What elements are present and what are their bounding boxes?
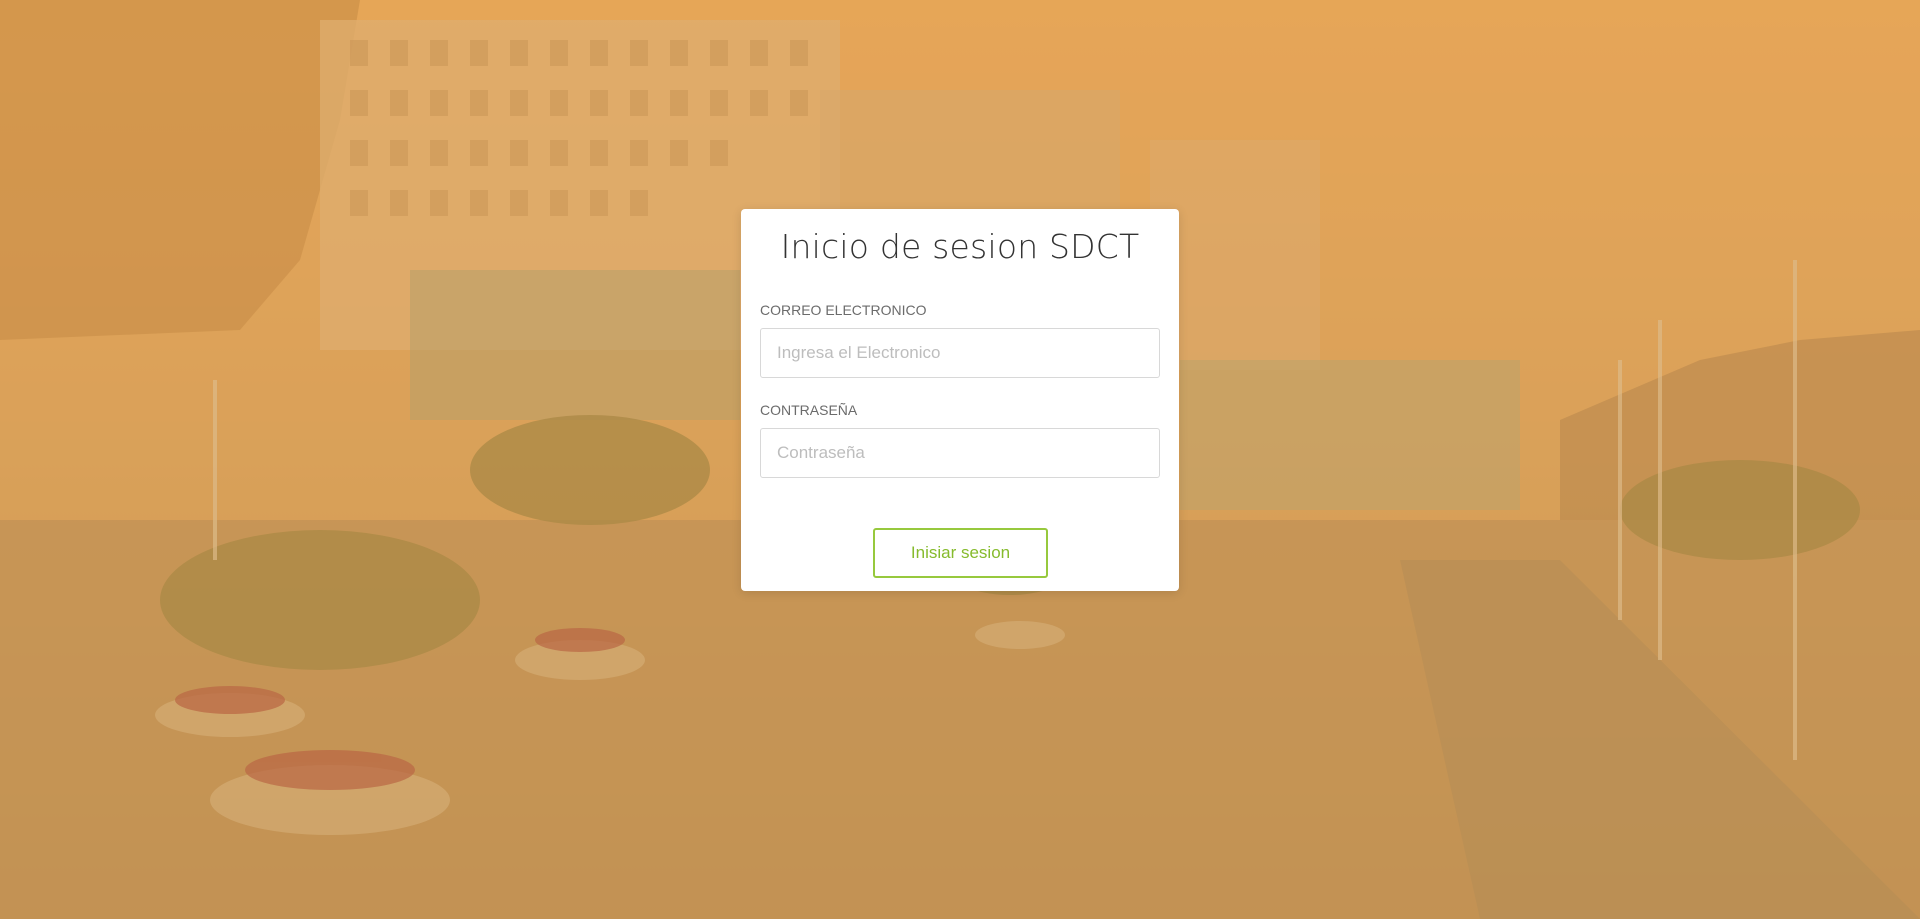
password-input[interactable] — [760, 428, 1160, 478]
email-label: CORREO ELECTRONICO — [760, 302, 927, 318]
login-submit-button[interactable]: Inisiar sesion — [873, 528, 1048, 578]
password-label: CONTRASEÑA — [760, 402, 858, 418]
login-card: Inicio de sesion SDCT CORREO ELECTRONICO… — [741, 209, 1179, 591]
login-title: Inicio de sesion SDCT — [780, 227, 1140, 266]
email-input[interactable] — [760, 328, 1160, 378]
